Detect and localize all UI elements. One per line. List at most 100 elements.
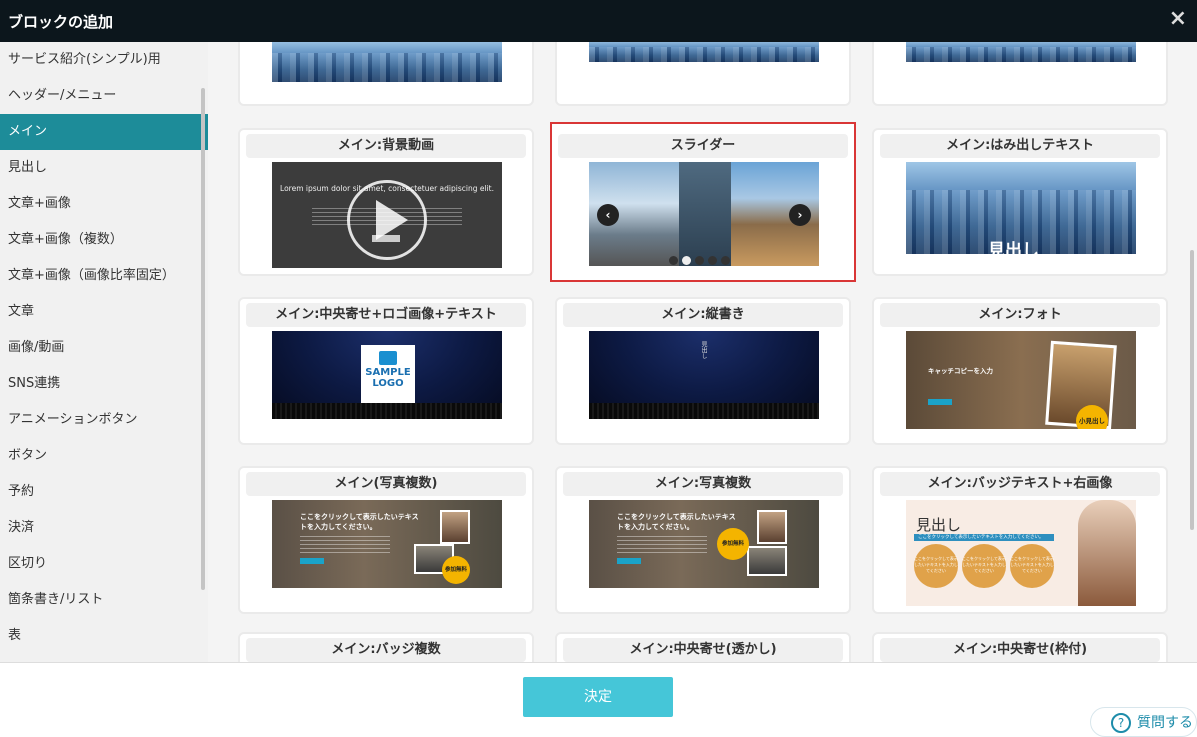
sidebar-item-text-image[interactable]: 文章+画像 xyxy=(0,186,208,222)
sidebar-item-text[interactable]: 文章 xyxy=(0,294,208,330)
thumbnail-button xyxy=(928,399,952,405)
block-card-label: スライダー xyxy=(558,134,848,158)
question-icon: ? xyxy=(1111,713,1131,733)
slider-dot xyxy=(721,256,730,265)
logo-text-1: SAMPLE xyxy=(365,367,411,378)
help-button[interactable]: ? 質問する xyxy=(1090,707,1197,737)
thumbnail-photo xyxy=(1078,500,1136,606)
block-thumbnail: 見出し ここをクリックして表示したいテキストを入力してください。 ここをクリック… xyxy=(906,500,1136,606)
dialog-titlebar: ブロックの追加 × xyxy=(0,0,1197,42)
thumbnail-badge: 小見出し xyxy=(1076,405,1108,429)
image-icon xyxy=(379,351,397,365)
thumbnail-lines xyxy=(617,536,707,556)
thumbnail-badge: ここをクリックして表示したいテキストを入力してください xyxy=(914,544,958,588)
thumbnail-lines xyxy=(300,536,390,556)
thumbnail-badge: ここをクリックして表示したいテキストを入力してください xyxy=(1010,544,1054,588)
thumbnail-heading: 見出し xyxy=(916,516,962,534)
block-card-city-3[interactable] xyxy=(872,42,1168,106)
sidebar-item-service-simple[interactable]: サービス紹介(シンプル)用 xyxy=(0,42,208,78)
thumbnail-copy: キャッチコピーを入力 xyxy=(928,367,993,375)
thumbnail-badge: 参加無料 xyxy=(442,556,470,584)
slider-dots xyxy=(669,250,734,266)
block-card-label: メイン:中央寄せ(枠付) xyxy=(880,638,1160,662)
block-thumbnail: 見出し xyxy=(589,331,819,419)
block-card-label: メイン:中央寄せ+ロゴ画像+テキスト xyxy=(246,303,526,327)
block-card-label: メイン:縦書き xyxy=(563,303,843,327)
block-card-overhang-text[interactable]: メイン:はみ出しテキスト 見出し xyxy=(872,128,1168,276)
thumbnail-badge: ここをクリックして表示したいテキストを入力してください xyxy=(962,544,1006,588)
block-card-slider[interactable]: スライダー ‹ › xyxy=(550,122,856,282)
block-thumbnail xyxy=(589,42,819,62)
sidebar-scrollbar[interactable] xyxy=(201,88,205,590)
main-scrollbar[interactable] xyxy=(1190,250,1194,530)
block-thumbnail xyxy=(906,42,1136,62)
chevron-left-icon: ‹ xyxy=(597,204,619,226)
thumbnail-photo xyxy=(757,510,787,544)
block-card-label: メイン:中央寄せ(透かし) xyxy=(563,638,843,662)
block-card-multi-photo-1[interactable]: メイン(写真複数) ここをクリックして表示したいテキストを入力してください。 参… xyxy=(238,466,534,614)
block-thumbnail: Lorem ipsum dolor sit amet, consectetuer… xyxy=(272,162,502,268)
block-card-label: メイン:バッジテキスト+右画像 xyxy=(880,472,1160,496)
block-card-badge-multi[interactable]: メイン:バッジ複数 xyxy=(238,632,534,662)
block-thumbnail: SAMPLE LOGO xyxy=(272,331,502,419)
help-label: 質問する xyxy=(1137,715,1193,731)
thumbnail-button xyxy=(300,558,324,564)
block-thumbnail: 見出し xyxy=(906,162,1136,254)
logo-placeholder: SAMPLE LOGO xyxy=(361,345,415,403)
dialog-footer: 決定 ? 質問する xyxy=(0,662,1197,737)
thumbnail-bar-text: ここをクリックして表示したいテキストを入力してください。 xyxy=(918,535,1044,540)
chevron-right-icon: › xyxy=(789,204,811,226)
slider-dot xyxy=(708,256,717,265)
category-sidebar: サービス紹介(シンプル)用 ヘッダー/メニュー メイン 見出し 文章+画像 文章… xyxy=(0,42,208,662)
block-card-label: メイン(写真複数) xyxy=(246,472,526,496)
decide-button[interactable]: 決定 xyxy=(523,677,673,717)
slider-dot xyxy=(682,256,691,265)
sidebar-item-header-menu[interactable]: ヘッダー/メニュー xyxy=(0,78,208,114)
thumbnail-heading: ここをクリックして表示したいテキストを入力してください。 xyxy=(617,513,736,531)
play-triangle-icon xyxy=(376,200,408,240)
thumbnail-bar: ここをクリックして表示したいテキストを入力してください。 xyxy=(914,534,1054,541)
sidebar-item-animation-button[interactable]: アニメーションボタン xyxy=(0,402,208,438)
block-thumbnail: ‹ › xyxy=(589,162,819,266)
block-card-center-framed[interactable]: メイン:中央寄せ(枠付) xyxy=(872,632,1168,662)
slider-dot xyxy=(669,256,678,265)
sidebar-item-image-video[interactable]: 画像/動画 xyxy=(0,330,208,366)
block-thumbnail: キャッチコピーを入力 小見出し xyxy=(906,331,1136,429)
sidebar-item-sns[interactable]: SNS連携 xyxy=(0,366,208,402)
block-card-badge-text-right-image[interactable]: メイン:バッジテキスト+右画像 見出し ここをクリックして表示したいテキストを入… xyxy=(872,466,1168,614)
thumbnail-heading: ここをクリックして表示したいテキストを入力してください。 xyxy=(300,513,419,531)
block-card-vertical-text[interactable]: メイン:縦書き 見出し xyxy=(555,297,851,445)
block-card-city-2[interactable] xyxy=(555,42,851,106)
close-icon[interactable]: × xyxy=(1169,6,1187,31)
block-card-label: メイン:はみ出しテキスト xyxy=(880,134,1160,158)
block-card-label: メイン:フォト xyxy=(880,303,1160,327)
thumbnail-button xyxy=(617,558,641,564)
sidebar-item-text-image-fixed[interactable]: 文章+画像（画像比率固定） xyxy=(0,258,208,294)
block-thumbnail: ここをクリックして表示したいテキストを入力してください。 参加無料 xyxy=(589,500,819,588)
sidebar-item-text-image-multi[interactable]: 文章+画像（複数） xyxy=(0,222,208,258)
sidebar-item-button[interactable]: ボタン xyxy=(0,438,208,474)
block-card-label: メイン:写真複数 xyxy=(563,472,843,496)
sidebar-item-heading[interactable]: 見出し xyxy=(0,150,208,186)
sidebar-item-reservation[interactable]: 予約 xyxy=(0,474,208,510)
block-card-label: メイン:背景動画 xyxy=(246,134,526,158)
sidebar-item-table[interactable]: 表 xyxy=(0,618,208,654)
slider-dot xyxy=(695,256,704,265)
block-card-center-watermark[interactable]: メイン:中央寄せ(透かし) xyxy=(555,632,851,662)
thumbnail-vertical-text: 見出し xyxy=(700,341,707,359)
sidebar-item-divider[interactable]: 区切り xyxy=(0,546,208,582)
block-card-photo[interactable]: メイン:フォト キャッチコピーを入力 小見出し xyxy=(872,297,1168,445)
block-card-label: メイン:バッジ複数 xyxy=(246,638,526,662)
block-card-multi-photo-2[interactable]: メイン:写真複数 ここをクリックして表示したいテキストを入力してください。 参加… xyxy=(555,466,851,614)
sidebar-item-payment[interactable]: 決済 xyxy=(0,510,208,546)
thumbnail-photo xyxy=(440,510,470,544)
block-thumbnail xyxy=(272,42,502,82)
block-card-bg-video[interactable]: メイン:背景動画 Lorem ipsum dolor sit amet, con… xyxy=(238,128,534,276)
block-grid: メイン:背景動画 Lorem ipsum dolor sit amet, con… xyxy=(208,42,1197,662)
block-thumbnail: ここをクリックして表示したいテキストを入力してください。 参加無料 xyxy=(272,500,502,588)
block-card-center-logo[interactable]: メイン:中央寄せ+ロゴ画像+テキスト SAMPLE LOGO xyxy=(238,297,534,445)
block-card-city-1[interactable] xyxy=(238,42,534,106)
thumbnail-photo xyxy=(747,546,787,576)
sidebar-item-bullet-list[interactable]: 箇条書き/リスト xyxy=(0,582,208,618)
sidebar-item-main[interactable]: メイン xyxy=(0,114,208,150)
